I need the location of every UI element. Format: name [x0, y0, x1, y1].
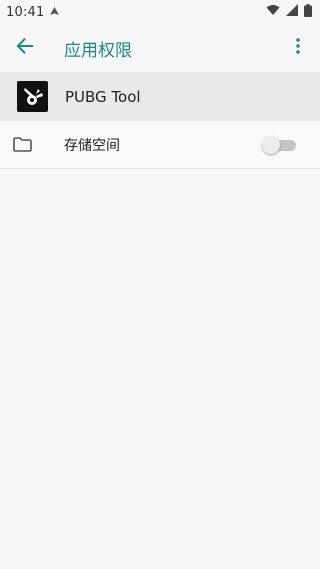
app-name: PUBG Tool	[65, 87, 141, 106]
back-button[interactable]	[1, 24, 49, 72]
permission-label: 存储空间	[64, 137, 120, 154]
overflow-menu-button[interactable]	[284, 24, 312, 72]
signal-icon	[286, 4, 298, 20]
toggle-thumb	[262, 136, 280, 154]
more-vert-icon	[296, 38, 300, 58]
wifi-icon	[266, 4, 280, 20]
app-bar: 应用权限	[0, 24, 320, 72]
status-left: 10:41	[6, 4, 60, 20]
permission-toggle[interactable]	[262, 136, 296, 154]
status-bar: 10:41	[0, 0, 320, 24]
empty-content-area	[0, 169, 320, 569]
app-header-row: PUBG Tool	[0, 72, 320, 121]
app-icon	[17, 81, 48, 112]
permission-row-storage[interactable]: 存储空间	[0, 121, 320, 169]
status-time: 10:41	[6, 4, 45, 20]
app-permissions-screen: 10:41 应用权限 PUBG Tool 存储空间	[0, 0, 320, 569]
folder-icon	[12, 135, 32, 155]
battery-icon	[304, 3, 312, 21]
notification-icon	[50, 5, 60, 20]
page-title: 应用权限	[64, 40, 132, 61]
arrow-back-icon	[16, 37, 34, 59]
status-right	[266, 3, 312, 21]
